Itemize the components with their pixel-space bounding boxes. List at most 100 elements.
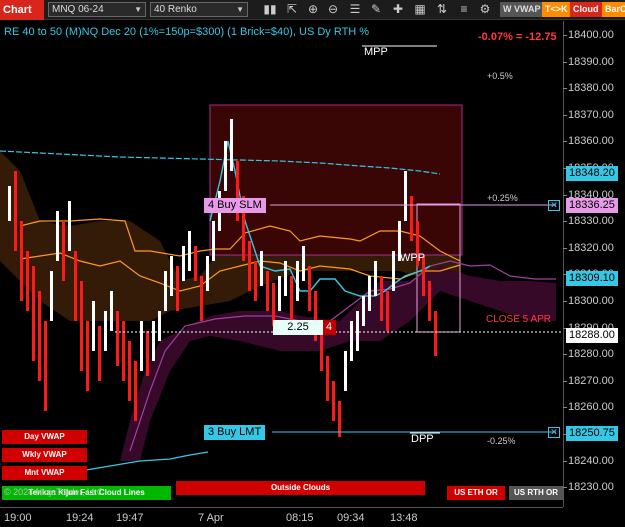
renko-brick (368, 276, 371, 311)
close-icon[interactable]: ✕ (548, 427, 560, 438)
time-axis[interactable]: 19:00 19:24 19:47 7 Apr 08:15 09:34 13:48 (0, 507, 563, 527)
zoom-in-icon[interactable]: ⊕ (305, 1, 321, 18)
pct-025-label: +0.25% (487, 193, 518, 203)
price-tick-label: 18380.00 (563, 82, 614, 95)
close-label: CLOSE 5 APR (486, 314, 552, 325)
chart-title: RE 40 to 50 (M)NQ Dec 20 (1%=150p=$300) … (4, 26, 370, 38)
renko-brick (80, 281, 83, 371)
renko-brick (428, 281, 431, 321)
renko-brick (74, 251, 77, 321)
renko-brick (380, 276, 383, 321)
time-tick-label: 08:15 (286, 512, 314, 524)
position-qty[interactable]: 4 (323, 320, 336, 335)
copyright-text: © 2024 NinjaTrader, LLC (4, 487, 104, 497)
renko-brick (350, 321, 353, 361)
renko-brick (434, 311, 437, 356)
renko-brick (104, 311, 107, 351)
time-tick-label: 13:48 (390, 512, 418, 524)
price-tick-label: 18320.00 (563, 241, 614, 254)
renko-brick (266, 271, 269, 311)
renko-brick (44, 321, 47, 411)
renko-brick (20, 221, 23, 301)
pct-05-label: +0.5% (487, 71, 513, 81)
instrument-selector[interactable]: MNQ 06-24 ▼ (48, 2, 146, 17)
pct-neg025-label: -0.25% (487, 436, 516, 446)
hand-icon[interactable]: ⚙ (477, 1, 493, 18)
us-rth-or-button[interactable]: US RTH OR (509, 486, 563, 500)
properties-icon[interactable]: ☰ (347, 1, 363, 18)
price-change: -0.07% = -12.75 (478, 31, 557, 43)
renko-brick (386, 291, 389, 331)
chart-menu-button[interactable]: Chart (0, 0, 44, 20)
renko-brick (302, 246, 305, 281)
renko-brick (14, 171, 17, 251)
wkly-vwap-button[interactable]: Wkly VWAP (2, 448, 87, 462)
renko-brick (278, 276, 281, 311)
renko-brick (392, 251, 395, 291)
renko-brick (296, 261, 299, 301)
renko-brick (62, 221, 65, 281)
renko-brick (194, 246, 197, 281)
strategies-icon[interactable]: ≡ (456, 1, 472, 18)
renko-brick (98, 326, 101, 381)
plus-icon[interactable]: ✚ (390, 1, 406, 18)
price-tick-label: 18330.00 (563, 215, 614, 228)
renko-brick (86, 321, 89, 391)
bars-icon[interactable]: ▮▮ (262, 1, 278, 18)
day-vwap-button[interactable]: Day VWAP (2, 430, 87, 444)
vwap-tag-button[interactable]: W VWAP (500, 2, 544, 17)
renko-brick (356, 311, 359, 351)
position-price[interactable]: 2.25 (273, 320, 323, 335)
renko-brick (206, 256, 209, 291)
renko-brick (92, 301, 95, 351)
time-tick-label: 19:47 (116, 512, 144, 524)
renko-brick (146, 331, 149, 376)
tk-tag-button[interactable]: T<>K (542, 2, 571, 17)
price-badge-last: 18288.00 (566, 328, 618, 343)
price-tick-label: 18240.00 (563, 454, 614, 467)
chart-toolbar: Chart MNQ 06-24 ▼ 40 Renko ▼ ▮▮ ⇱ ⊕ ⊖ ☰ … (0, 0, 625, 20)
grid-icon[interactable]: ▦ (412, 1, 428, 18)
renko-brick (128, 341, 131, 401)
renko-brick (170, 256, 173, 296)
wpp-label: WPP (400, 252, 426, 264)
renko-brick (140, 321, 143, 371)
time-tick-label: 09:34 (337, 512, 365, 524)
renko-brick (164, 271, 167, 311)
close-icon[interactable]: ✕ (548, 200, 560, 211)
cursor-icon[interactable]: ⇱ (284, 1, 300, 18)
us-eth-or-button[interactable]: US ETH OR (447, 486, 505, 500)
renko-brick (308, 266, 311, 311)
renko-brick (116, 311, 119, 366)
renko-brick (50, 271, 53, 321)
buy-slm-order[interactable]: 4 Buy SLM (204, 198, 266, 213)
outside-clouds-button[interactable]: Outside Clouds (176, 481, 425, 495)
renko-brick (254, 261, 257, 301)
price-tick-label: 18280.00 (563, 348, 614, 361)
renko-brick (188, 231, 191, 271)
price-tick-label: 18370.00 (563, 108, 614, 121)
renko-brick (134, 361, 137, 421)
renko-brick (212, 221, 215, 261)
renko-brick (332, 381, 335, 421)
price-badge-cyan: 18309.10 (566, 271, 618, 286)
cloud-tag-button[interactable]: Cloud (570, 2, 602, 17)
zoom-out-icon[interactable]: ⊖ (325, 1, 341, 18)
draw-icon[interactable]: ✎ (368, 1, 384, 18)
price-tick-label: 18260.00 (563, 401, 614, 414)
renko-brick (362, 296, 365, 326)
renko-brick (176, 266, 179, 311)
indicators-icon[interactable]: ⇅ (434, 1, 450, 18)
price-badge-cyan: 18250.75 (566, 426, 618, 441)
price-tick-label: 18360.00 (563, 135, 614, 148)
buy-lmt-order[interactable]: 3 Buy LMT (204, 425, 266, 440)
renko-brick (110, 291, 113, 331)
vwap-line (79, 451, 209, 472)
renko-brick (158, 311, 161, 341)
renko-brick (224, 141, 227, 191)
renko-brick (260, 251, 263, 286)
bar-type-selector[interactable]: 40 Renko ▼ (150, 2, 248, 17)
mnt-vwap-button[interactable]: Mnt VWAP (2, 466, 87, 480)
barco-tag-button[interactable]: BarCo (602, 2, 625, 17)
time-tick-label: 7 Apr (198, 512, 224, 524)
